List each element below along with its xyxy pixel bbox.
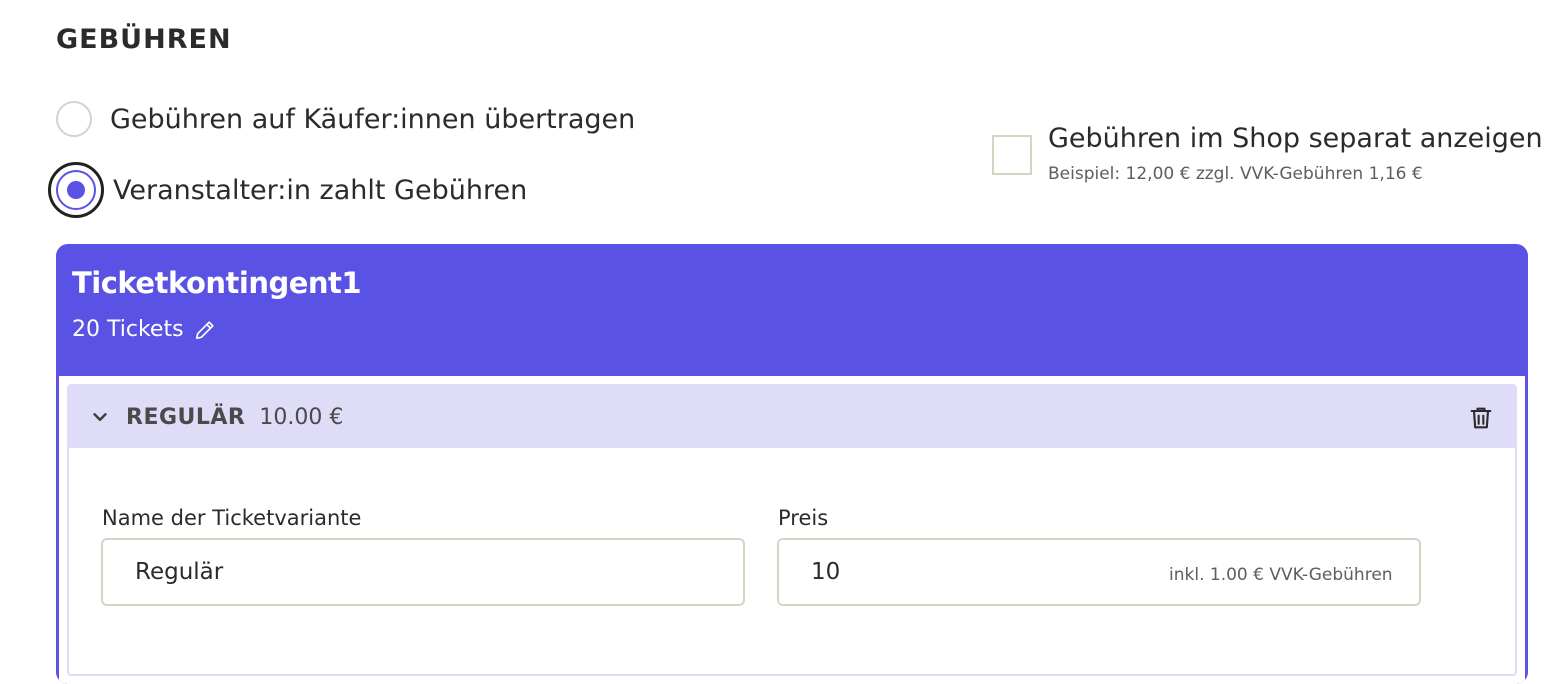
variant-name-label: Name der Ticketvariante <box>102 506 362 530</box>
radio-button-selected[interactable] <box>56 170 96 210</box>
section-title: GEBÜHREN <box>56 24 232 55</box>
radio-focus-ring <box>48 162 104 218</box>
contingent-body: REGULÄR 10.00 € Name der Ticketvariante … <box>59 376 1525 684</box>
radio-button-unselected[interactable] <box>56 101 92 137</box>
trash-icon[interactable] <box>1467 404 1495 432</box>
shop-fee-checkbox[interactable] <box>992 135 1032 175</box>
contingent-count-label: 20 Tickets <box>72 317 184 342</box>
shop-fee-hint: Beispiel: 12,00 € zzgl. VVK-Gebühren 1,1… <box>1048 164 1423 184</box>
pencil-icon[interactable] <box>194 319 216 341</box>
radio-label-fees-buyer: Gebühren auf Käufer:innen übertragen <box>110 103 636 135</box>
ticket-variant-panel: REGULÄR 10.00 € Name der Ticketvariante … <box>67 384 1517 676</box>
radio-fees-organizer[interactable]: Veranstalter:in zahlt Gebühren <box>48 162 527 218</box>
shop-fee-label: Gebühren im Shop separat anzeigen <box>1048 123 1543 154</box>
variant-header-toggle[interactable]: REGULÄR 10.00 € <box>69 386 1515 448</box>
shop-fee-display-option[interactable]: Gebühren im Shop separat anzeigen Beispi… <box>992 122 1543 184</box>
ticket-contingent-card: Ticketkontingent1 20 Tickets REGULÄR 10.… <box>56 244 1528 684</box>
contingent-title: Ticketkontingent1 <box>72 266 362 300</box>
radio-label-fees-organizer: Veranstalter:in zahlt Gebühren <box>113 174 528 206</box>
chevron-down-icon[interactable] <box>89 406 111 428</box>
price-label: Preis <box>778 506 829 530</box>
variant-price: 10.00 € <box>259 404 344 430</box>
variant-name: REGULÄR <box>126 404 246 430</box>
variant-name-input[interactable] <box>101 538 745 606</box>
contingent-count: 20 Tickets <box>72 317 216 342</box>
radio-fees-buyer[interactable]: Gebühren auf Käufer:innen übertragen <box>56 101 635 137</box>
price-fee-hint: inkl. 1.00 € VVK-Gebühren <box>1169 565 1393 585</box>
